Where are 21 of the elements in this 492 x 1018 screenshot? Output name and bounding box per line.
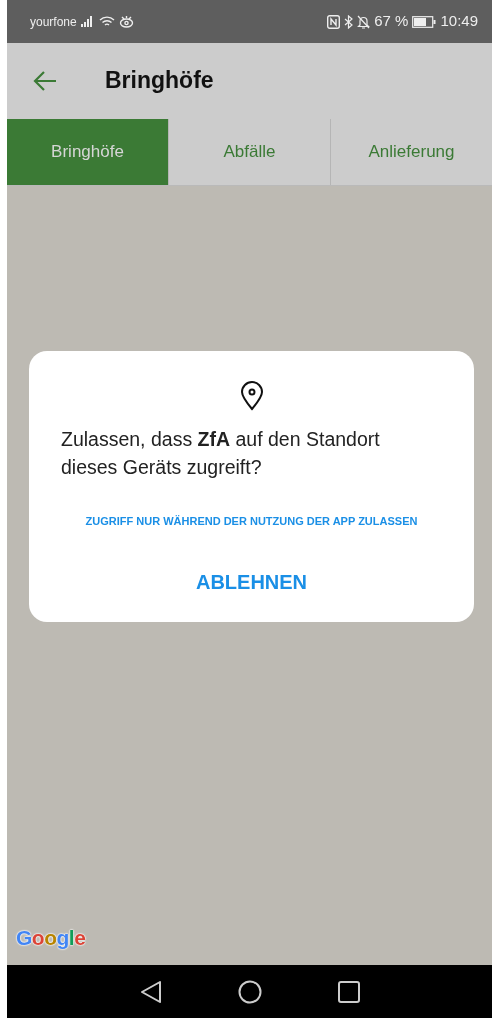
eye-icon: [118, 15, 134, 28]
nfc-icon: [327, 14, 341, 29]
bell-muted-icon: [357, 14, 371, 29]
signal-icon: [80, 16, 95, 27]
map-logo: Google: [16, 924, 86, 951]
home-icon[interactable]: [237, 979, 262, 1004]
recent-apps-icon[interactable]: [337, 980, 360, 1003]
battery-icon: [412, 15, 437, 28]
carrier-name: yourfone: [30, 13, 77, 31]
screen-title: Bringhöfe: [105, 67, 214, 95]
dialog-message: Zulassen, dass ZfA auf den Standort dieses Geräts zugreift?: [61, 427, 381, 481]
clock-time: 10:49: [440, 11, 478, 32]
allow-while-using-button[interactable]: ZUGRIFF NUR WÄHREND DER NUTZUNG DER APP ZULASSEN: [79, 511, 424, 531]
location-pin-icon: [239, 381, 264, 411]
bluetooth-icon: [344, 14, 354, 29]
tab[interactable]: Bringhöfe: [7, 119, 168, 185]
wifi-icon: [98, 15, 115, 28]
back-icon[interactable]: [139, 979, 162, 1004]
deny-button[interactable]: ABLEHNEN: [189, 566, 314, 599]
battery-percentage: 67 %: [374, 11, 409, 32]
back-arrow-icon[interactable]: [33, 71, 57, 91]
